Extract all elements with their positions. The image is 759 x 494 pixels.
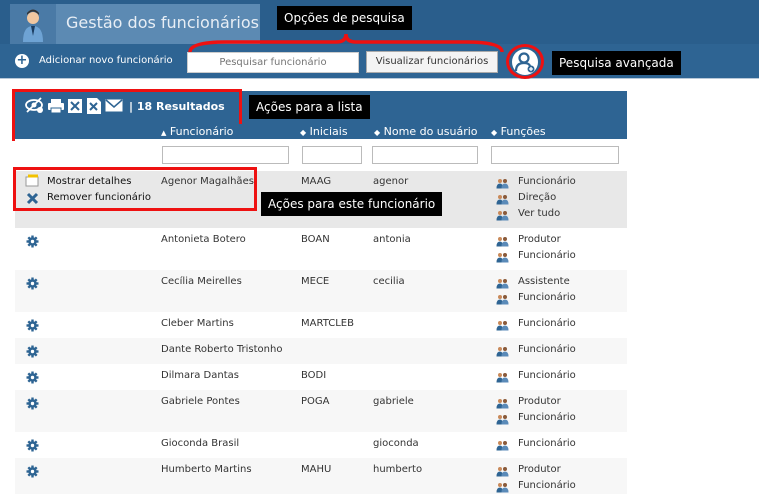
add-employee-icon[interactable]: + [15, 54, 29, 68]
role-icon [496, 346, 509, 357]
settings-gear-icon[interactable] [26, 319, 39, 332]
filter-username-input[interactable] [372, 146, 478, 164]
settings-gear-icon[interactable] [26, 397, 39, 410]
employee-actions-callout: Ações para este funcionário [261, 192, 443, 216]
settings-gear-icon[interactable] [26, 371, 39, 384]
search-options-brace [188, 33, 504, 53]
cell-initials: BODI [301, 370, 327, 381]
filter-employee-input[interactable] [162, 146, 289, 164]
role-icon [496, 372, 509, 383]
cell-role: Funcionário [518, 318, 576, 329]
cell-employee: Gioconda Brasil [161, 438, 240, 449]
settings-gear-icon[interactable] [26, 277, 39, 290]
role-icon [496, 398, 509, 409]
search-options-callout: Opções de pesquisa [277, 6, 412, 30]
add-employee-link[interactable]: Adicionar novo funcionário [39, 55, 173, 66]
advanced-search-highlight [506, 44, 544, 79]
cell-initials: MECE [301, 276, 330, 287]
role-icon [496, 414, 509, 425]
cell-role: Funcionário [518, 292, 576, 303]
advanced-search-callout: Pesquisa avançada [552, 51, 681, 75]
settings-gear-icon[interactable] [26, 235, 39, 248]
cell-initials: MAHU [301, 464, 332, 475]
filter-initials-input[interactable] [302, 146, 362, 164]
cell-username: humberto [373, 464, 423, 475]
cell-employee: Humberto Martins [161, 464, 252, 475]
cell-initials: BOAN [301, 234, 330, 245]
column-header-employee[interactable]: ▲ Funcionário [161, 125, 233, 138]
cell-employee: Dante Roberto Tristonho [161, 344, 283, 355]
role-icon [496, 278, 509, 289]
cell-initials: MAAG [301, 176, 332, 187]
cell-employee: Cecília Meirelles [161, 276, 242, 287]
cell-employee: Antonieta Botero [161, 234, 246, 245]
cell-role: Funcionário [518, 176, 576, 187]
cell-employee: Cleber Martins [161, 318, 234, 329]
role-icon [496, 320, 509, 331]
role-icon [496, 252, 509, 263]
cell-role: Funcionário [518, 250, 576, 261]
cell-username: agenor [373, 176, 409, 187]
role-icon [496, 194, 509, 205]
role-icon [496, 440, 509, 451]
cell-role: Funcionário [518, 370, 576, 381]
cell-username: antonia [373, 234, 411, 245]
list-actions-callout: Ações para a lista [249, 95, 370, 119]
user-avatar[interactable] [10, 4, 56, 44]
column-header-initials[interactable]: ◆ Iniciais [300, 125, 348, 138]
role-icon [496, 482, 509, 493]
column-header-username[interactable]: ◆ Nome do usuário [374, 125, 478, 138]
cell-role: Funcionário [518, 344, 576, 355]
cell-role: Ver tudo [518, 208, 561, 219]
employee-actions-highlight [13, 167, 257, 211]
role-icon [496, 294, 509, 305]
cell-employee: Gabriele Pontes [161, 396, 240, 407]
cell-username: gabriele [373, 396, 414, 407]
cell-employee: Dilmara Dantas [161, 370, 239, 381]
cell-role: Funcionário [518, 412, 576, 423]
role-icon [496, 466, 509, 477]
cell-initials: POGA [301, 396, 330, 407]
cell-role: Funcionário [518, 438, 576, 449]
role-icon [496, 210, 509, 221]
cell-role: Funcionário [518, 480, 576, 491]
role-icon [496, 236, 509, 247]
cell-role: Produtor [518, 234, 561, 245]
settings-gear-icon[interactable] [26, 345, 39, 358]
cell-role: Produtor [518, 396, 561, 407]
cell-username: cecilia [373, 276, 405, 287]
column-header-roles[interactable]: ◆ Funções [491, 125, 546, 138]
cell-role: Produtor [518, 464, 561, 475]
cell-initials: MARTCLEB [301, 318, 354, 329]
cell-role: Assistente [518, 276, 570, 287]
cell-username: gioconda [373, 438, 419, 449]
settings-gear-icon[interactable] [26, 439, 39, 452]
settings-gear-icon[interactable] [26, 465, 39, 478]
role-icon [496, 178, 509, 189]
filter-roles-input[interactable] [491, 146, 619, 164]
cell-role: Direção [518, 192, 557, 203]
